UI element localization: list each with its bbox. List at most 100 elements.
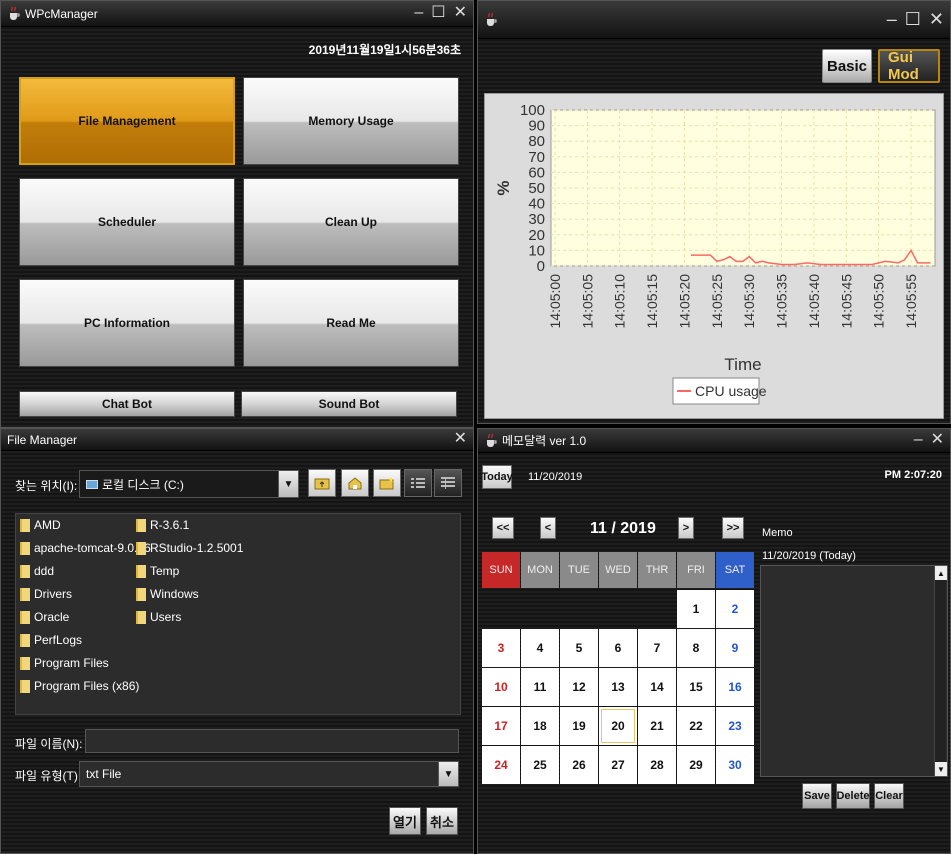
- java-icon: [484, 12, 498, 28]
- memory-usage-button[interactable]: Memory Usage: [243, 77, 459, 165]
- calendar-day[interactable]: 4: [521, 629, 559, 667]
- list-item[interactable]: Program Files: [20, 656, 109, 670]
- calendar-day[interactable]: 12: [560, 668, 598, 706]
- close-icon[interactable]: ✕: [931, 431, 944, 449]
- cancel-button[interactable]: 취소: [426, 807, 458, 835]
- filetype-label: 파일 유형(T):: [15, 769, 82, 783]
- list-item[interactable]: Drivers: [20, 587, 72, 601]
- cpu-titlebar[interactable]: – ☐ ✕: [478, 1, 950, 39]
- file-list[interactable]: AMD apache-tomcat-9.0.26 ddd Drivers Ora…: [15, 513, 461, 715]
- calendar-day[interactable]: 27: [599, 746, 637, 784]
- calendar-day[interactable]: 16: [716, 668, 754, 706]
- scheduler-button[interactable]: Scheduler: [19, 178, 235, 266]
- list-item[interactable]: Users: [136, 610, 181, 624]
- calendar-day[interactable]: 29: [677, 746, 715, 784]
- list-item[interactable]: Windows: [136, 587, 199, 601]
- calendar-day[interactable]: 11: [521, 668, 559, 706]
- calendar-day[interactable]: 24: [482, 746, 520, 784]
- list-item[interactable]: Program Files (x86): [20, 679, 139, 693]
- calendar-day[interactable]: 1: [677, 590, 715, 628]
- calendar-day[interactable]: 10: [482, 668, 520, 706]
- sound-bot-button[interactable]: Sound Bot: [241, 391, 457, 417]
- calendar-day[interactable]: 18: [521, 707, 559, 745]
- filetype-combo[interactable]: txt File ▼: [79, 761, 459, 787]
- calendar-day[interactable]: 8: [677, 629, 715, 667]
- calendar-day[interactable]: 17: [482, 707, 520, 745]
- list-item[interactable]: PerfLogs: [20, 633, 82, 647]
- save-button[interactable]: Save: [802, 783, 832, 809]
- lookin-combo[interactable]: 로컬 디스크 (C:) ▼: [79, 470, 299, 498]
- close-icon[interactable]: ✕: [454, 4, 467, 22]
- y-tick-label: 100: [520, 102, 545, 119]
- prev-month-button[interactable]: <: [540, 517, 556, 539]
- memo-scrollbar[interactable]: ▲ ▼: [934, 566, 947, 776]
- scroll-up-icon[interactable]: ▲: [935, 566, 947, 580]
- calendar-day[interactable]: 2: [716, 590, 754, 628]
- list-item[interactable]: Oracle: [20, 610, 69, 624]
- legend-label: CPU usage: [695, 383, 767, 399]
- calendar-day[interactable]: 9: [716, 629, 754, 667]
- today-button[interactable]: Today: [481, 465, 513, 489]
- calendar-day[interactable]: 21: [638, 707, 676, 745]
- calendar-day[interactable]: 23: [716, 707, 754, 745]
- pc-information-button[interactable]: PC Information: [19, 279, 235, 367]
- file-management-button[interactable]: File Management: [19, 77, 235, 165]
- wpc-titlebar[interactable]: WPcManager – ☐ ✕: [1, 1, 473, 27]
- list-view-button[interactable]: [404, 469, 432, 497]
- clear-button[interactable]: Clear: [874, 783, 904, 809]
- minimize-icon[interactable]: –: [414, 4, 423, 22]
- clean-up-button[interactable]: Clean Up: [243, 178, 459, 266]
- calendar-day[interactable]: 30: [716, 746, 754, 784]
- calendar-day[interactable]: 25: [521, 746, 559, 784]
- list-item[interactable]: apache-tomcat-9.0.26: [20, 541, 151, 555]
- next-month-button[interactable]: >: [678, 517, 694, 539]
- filename-field[interactable]: [85, 729, 459, 753]
- maximize-icon[interactable]: ☐: [905, 10, 921, 28]
- prev-year-button[interactable]: <<: [492, 517, 514, 539]
- list-item[interactable]: AMD: [20, 518, 61, 532]
- scroll-down-icon[interactable]: ▼: [935, 762, 947, 776]
- calendar-day[interactable]: 3: [482, 629, 520, 667]
- next-year-button[interactable]: >>: [722, 517, 744, 539]
- cpu-chart: 0102030405060708090100 14:05:00 14:05:05 14…: [494, 102, 936, 405]
- home-button[interactable]: [341, 469, 369, 497]
- chevron-down-icon[interactable]: ▼: [278, 471, 298, 497]
- list-item[interactable]: RStudio-1.2.5001: [136, 541, 243, 555]
- fm-titlebar[interactable]: File Manager ✕: [1, 429, 473, 451]
- memo-textarea[interactable]: [760, 565, 948, 777]
- chat-bot-button[interactable]: Chat Bot: [19, 391, 235, 417]
- chevron-down-icon[interactable]: ▼: [438, 762, 458, 786]
- basic-button[interactable]: Basic: [822, 49, 872, 83]
- calendar-day[interactable]: 20: [599, 707, 637, 745]
- close-icon[interactable]: ✕: [929, 10, 944, 28]
- close-icon[interactable]: ✕: [454, 430, 467, 448]
- x-tick-label: 14:05:00: [547, 274, 563, 329]
- gui-mod-button[interactable]: Gui Mod: [878, 49, 940, 83]
- x-tick-label: 14:05:05: [579, 274, 595, 329]
- calendar-day[interactable]: 5: [560, 629, 598, 667]
- calendar-day[interactable]: 6: [599, 629, 637, 667]
- x-tick-label: 14:05:20: [676, 274, 692, 329]
- maximize-icon[interactable]: ☐: [431, 4, 445, 22]
- list-item[interactable]: ddd: [20, 564, 54, 578]
- open-button[interactable]: 열기: [389, 807, 421, 835]
- minimize-icon[interactable]: –: [914, 431, 923, 449]
- calendar-day[interactable]: 13: [599, 668, 637, 706]
- calendar-day[interactable]: 26: [560, 746, 598, 784]
- calendar-day[interactable]: 28: [638, 746, 676, 784]
- up-folder-button[interactable]: [308, 469, 336, 497]
- details-view-button[interactable]: [434, 469, 462, 497]
- calendar-day[interactable]: 14: [638, 668, 676, 706]
- new-folder-button[interactable]: [373, 469, 401, 497]
- read-me-button[interactable]: Read Me: [243, 279, 459, 367]
- calendar-day[interactable]: 7: [638, 629, 676, 667]
- calendar-day[interactable]: 22: [677, 707, 715, 745]
- list-item[interactable]: Temp: [136, 564, 179, 578]
- list-item[interactable]: R-3.6.1: [136, 518, 189, 532]
- month-label: 11 / 2019: [590, 520, 656, 537]
- calendar-day[interactable]: 15: [677, 668, 715, 706]
- calendar-day[interactable]: 19: [560, 707, 598, 745]
- delete-button[interactable]: Delete: [836, 783, 870, 809]
- minimize-icon[interactable]: –: [887, 10, 897, 28]
- memo-titlebar[interactable]: 메모달력 ver 1.0 – ✕: [478, 429, 950, 453]
